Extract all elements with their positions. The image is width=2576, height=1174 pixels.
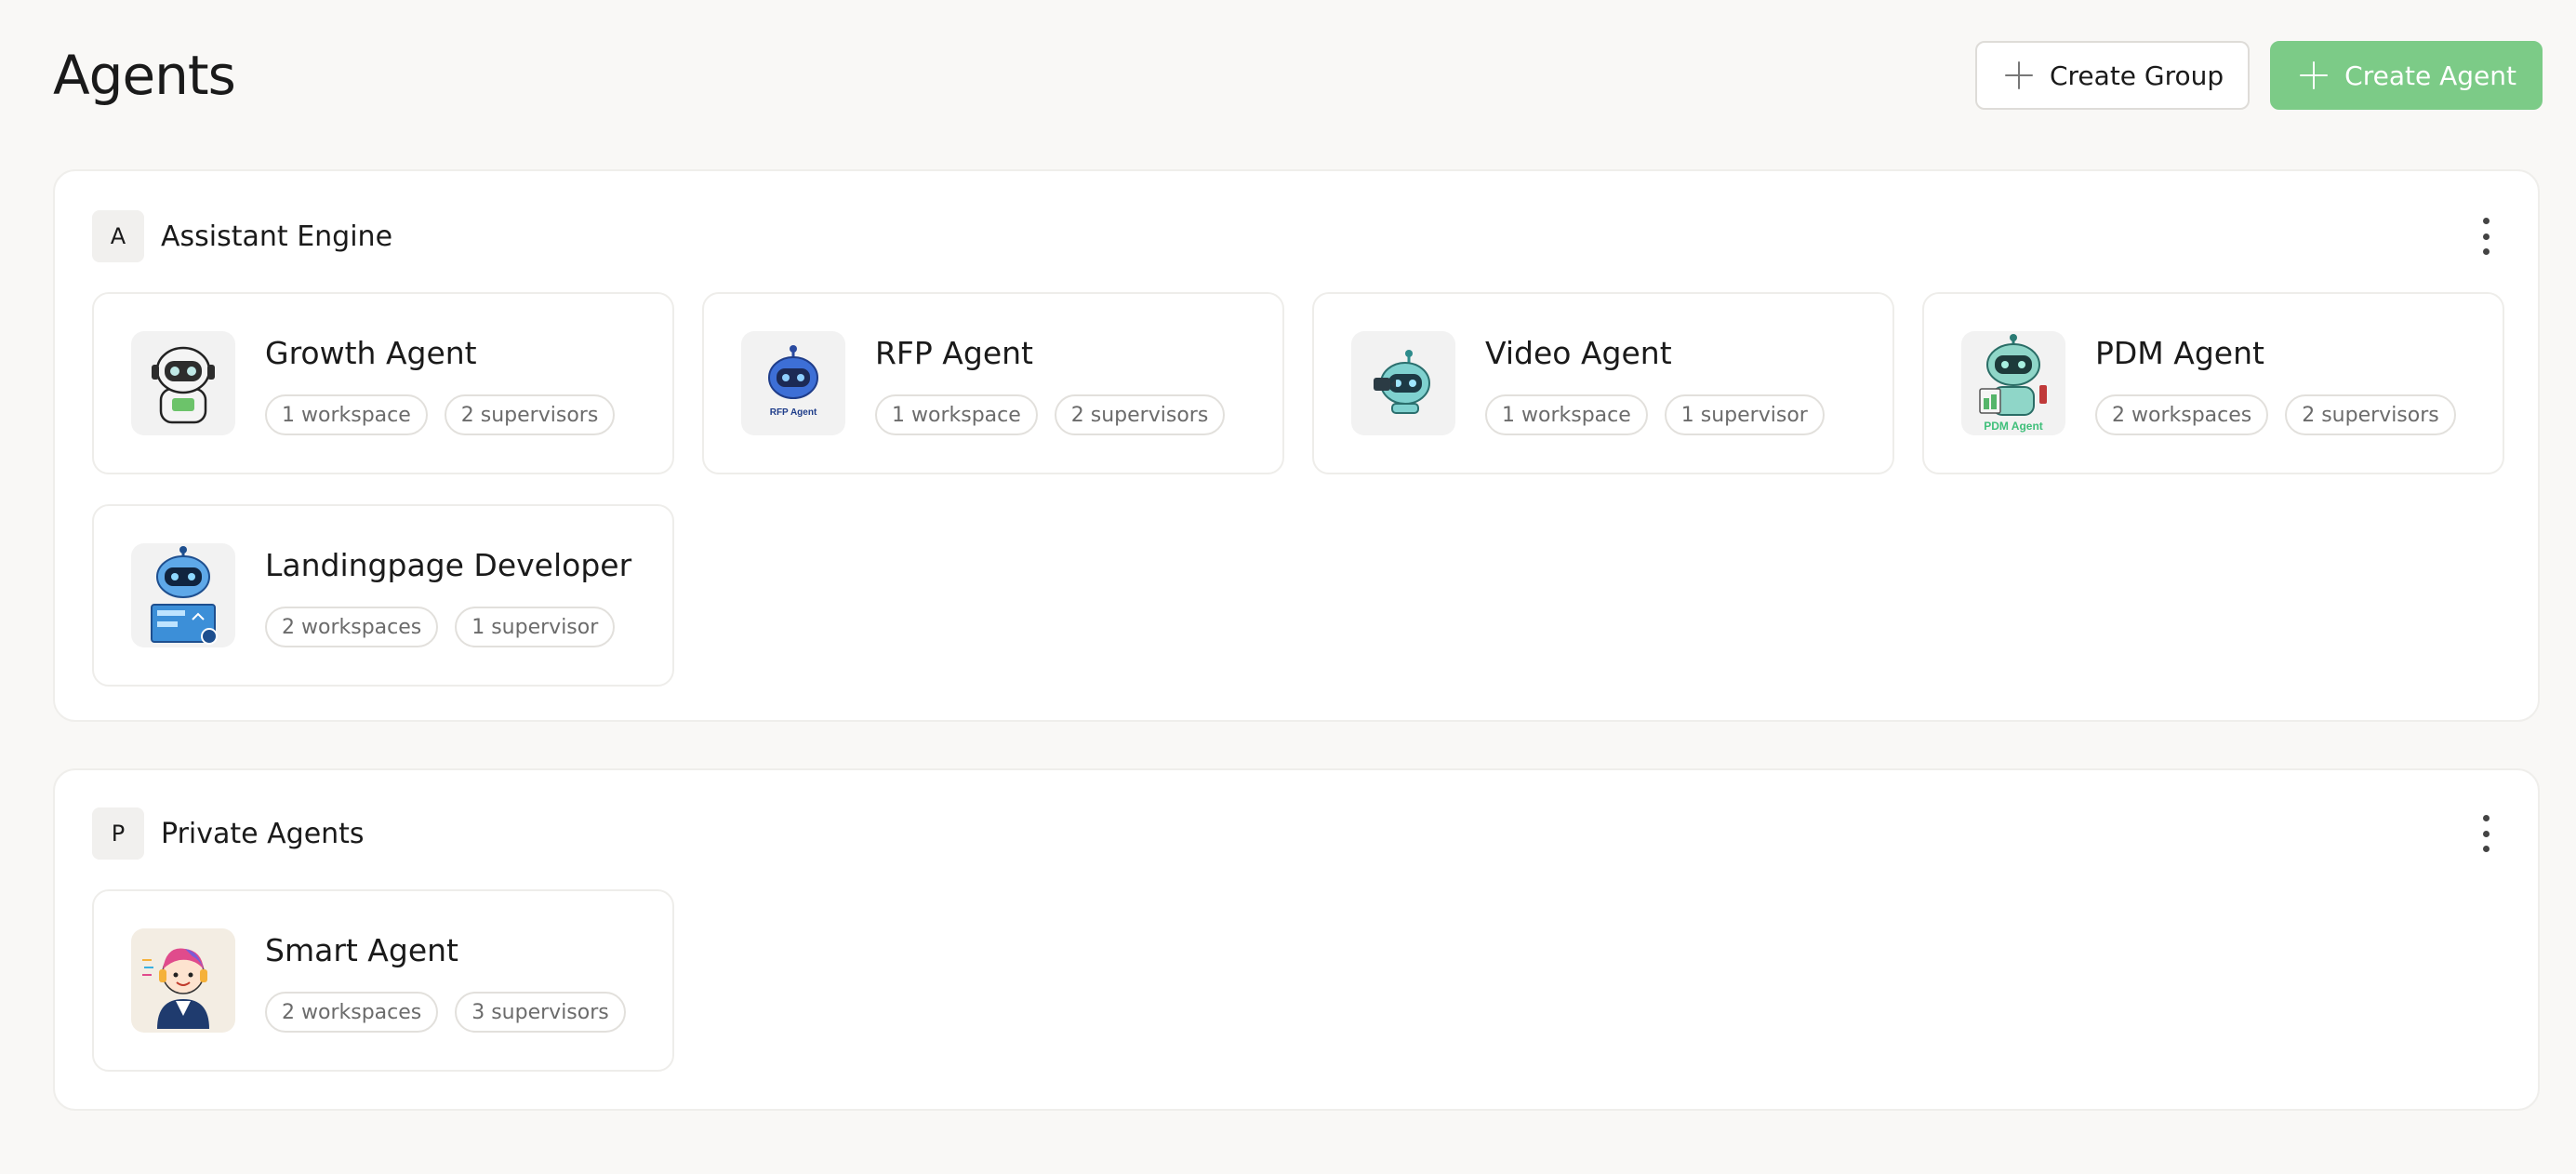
workspace-count-chip: 2 workspaces [265, 607, 439, 647]
agent-name: Growth Agent [265, 335, 477, 371]
agent-chips: 1 workspace 2 supervisors [265, 394, 616, 435]
agent-card-video-agent[interactable]: Video Agent 1 workspace 1 supervisor [1312, 292, 1894, 474]
agent-chips: 2 workspaces 2 supervisors [2095, 394, 2456, 435]
create-agent-label: Create Agent [2344, 60, 2516, 91]
agent-chips: 1 workspace 2 supervisors [875, 394, 1226, 435]
agent-card-rfp-agent[interactable]: RFP Agent RFP Agent 1 workspace 2 superv… [702, 292, 1284, 474]
agent-card-pdm-agent[interactable]: PDM Agent PDM Agent 2 workspaces 2 super… [1922, 292, 2504, 474]
robot-developer-icon [131, 543, 235, 647]
agent-chips: 2 workspaces 3 supervisors [265, 992, 626, 1033]
agent-card-smart-agent[interactable]: Smart Agent 2 workspaces 3 supervisors [92, 889, 674, 1072]
rfp-agent-icon-text: RFP Agent [770, 407, 817, 418]
supervisor-count-chip: 2 supervisors [1054, 394, 1226, 435]
agent-name: RFP Agent [875, 335, 1033, 371]
agent-chips: 1 workspace 1 supervisor [1485, 394, 1825, 435]
group-name: Private Agents [161, 817, 365, 850]
supervisor-count-chip: 3 supervisors [455, 992, 626, 1033]
agent-name: Video Agent [1485, 335, 1672, 371]
supervisor-count-chip: 1 supervisor [1664, 394, 1825, 435]
page-title: Agents [53, 44, 236, 107]
plus-icon [2004, 61, 2033, 89]
create-group-label: Create Group [2049, 60, 2224, 91]
more-options-icon[interactable] [2475, 815, 2497, 852]
create-group-button[interactable]: Create Group [1974, 41, 2251, 110]
supervisor-count-chip: 2 supervisors [2285, 394, 2456, 435]
agent-name: PDM Agent [2095, 335, 2264, 371]
group-badge: P [92, 807, 144, 860]
workspace-count-chip: 2 workspaces [265, 992, 439, 1033]
agent-card-landingpage-developer[interactable]: Landingpage Developer 2 workspaces 1 sup… [92, 504, 674, 687]
header-actions: Create Group Create Agent [1974, 41, 2543, 110]
group-header: P Private Agents [92, 807, 365, 860]
plus-icon [2300, 61, 2329, 89]
robot-video-icon [1351, 331, 1455, 435]
workspace-count-chip: 1 workspace [265, 394, 428, 435]
more-options-icon[interactable] [2475, 218, 2497, 255]
smart-agent-avatar-icon [131, 928, 235, 1033]
agent-name: Landingpage Developer [265, 547, 632, 583]
supervisor-count-chip: 1 supervisor [455, 607, 616, 647]
pdm-agent-icon-text: PDM Agent [1984, 420, 2043, 433]
agent-group-private-agents: P Private Agents Smart Agent 2 workspace… [53, 768, 2540, 1111]
robot-rfp-icon: RFP Agent [741, 331, 845, 435]
create-agent-button[interactable]: Create Agent [2270, 41, 2543, 110]
group-header: A Assistant Engine [92, 210, 392, 262]
workspace-count-chip: 2 workspaces [2095, 394, 2269, 435]
agent-group-assistant-engine: A Assistant Engine Growth Agent 1 worksp… [53, 169, 2540, 722]
workspace-count-chip: 1 workspace [1485, 394, 1648, 435]
group-badge: A [92, 210, 144, 262]
robot-pdm-icon: PDM Agent [1961, 331, 2065, 435]
supervisor-count-chip: 2 supervisors [444, 394, 616, 435]
agent-name: Smart Agent [265, 932, 458, 968]
robot-growth-icon [131, 331, 235, 435]
agent-chips: 2 workspaces 1 supervisor [265, 607, 616, 647]
workspace-count-chip: 1 workspace [875, 394, 1038, 435]
agent-card-growth-agent[interactable]: Growth Agent 1 workspace 2 supervisors [92, 292, 674, 474]
group-name: Assistant Engine [161, 220, 393, 253]
